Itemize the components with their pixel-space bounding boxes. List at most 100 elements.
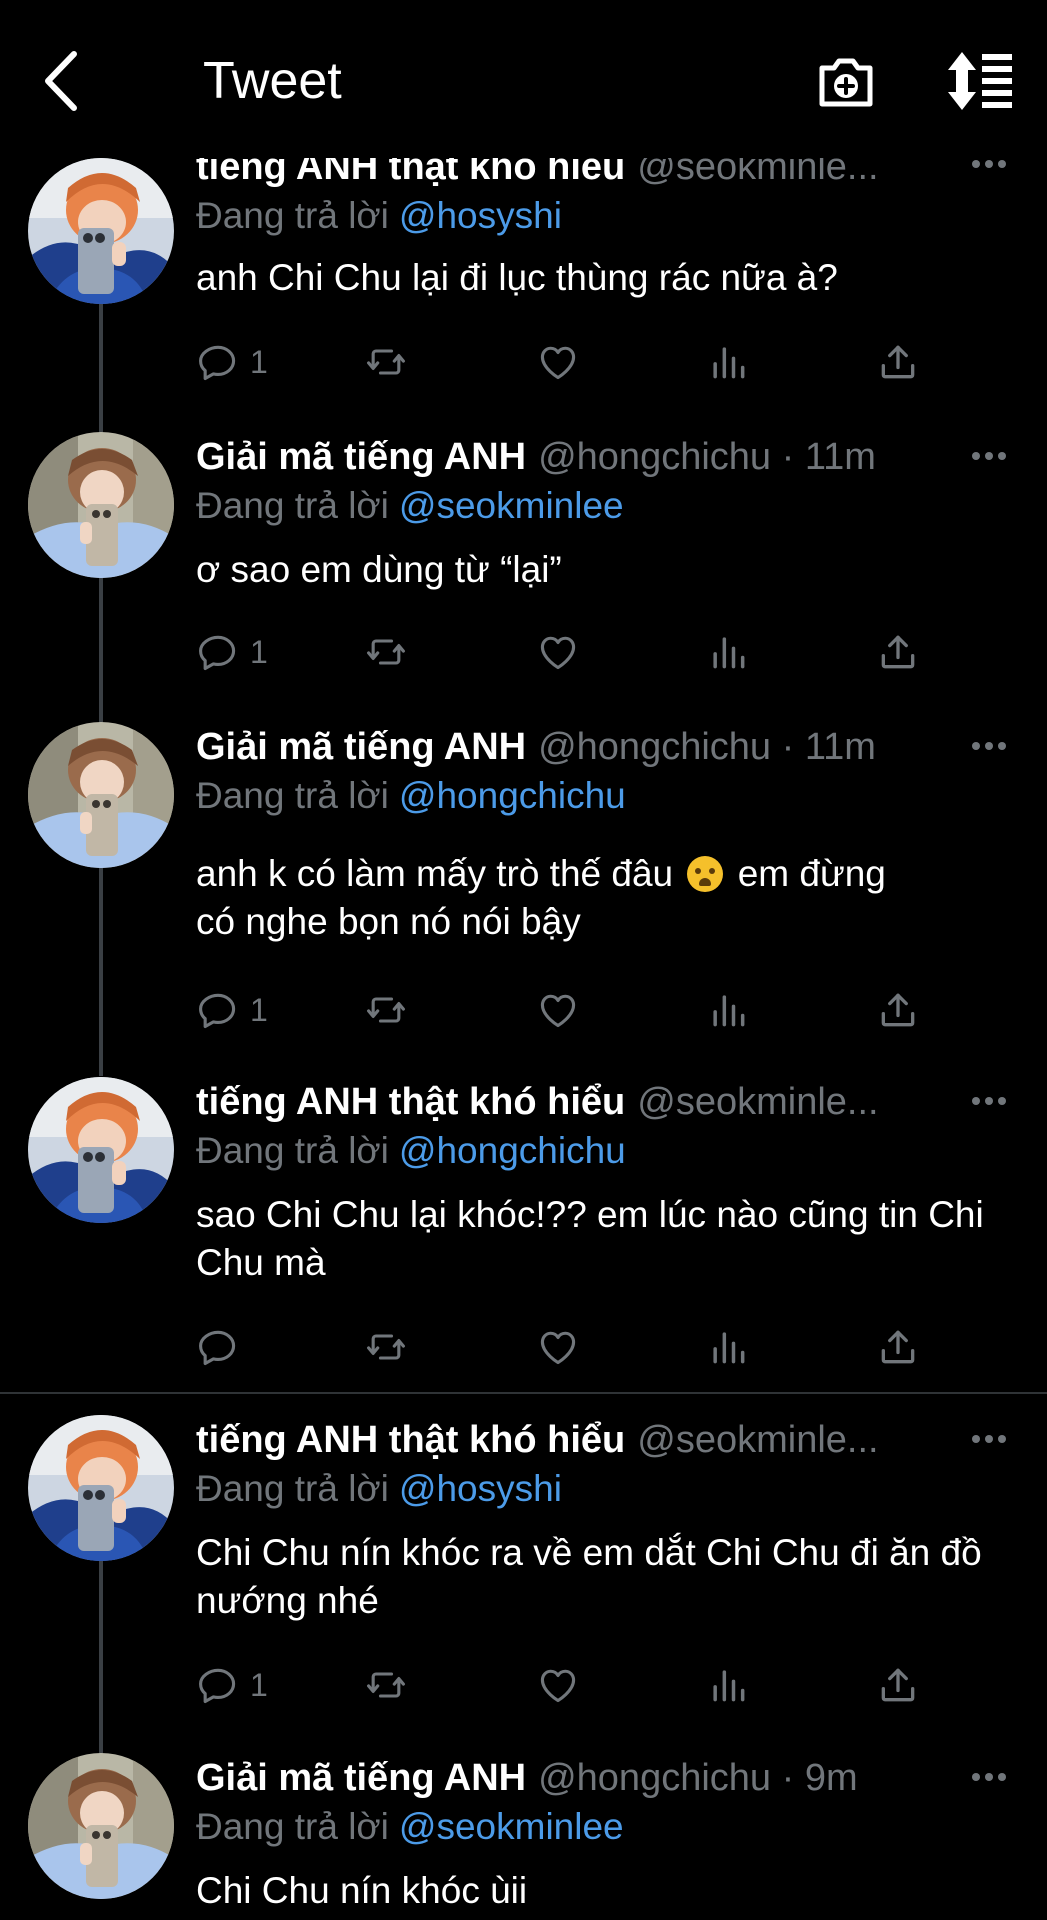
comment-icon	[196, 1663, 240, 1707]
mention-link[interactable]: @seokminlee	[399, 1806, 624, 1847]
chevron-left-icon[interactable]	[38, 48, 86, 114]
username[interactable]: @seokminle...	[637, 1419, 878, 1461]
share-button[interactable]	[876, 622, 920, 682]
share-button[interactable]	[876, 980, 920, 1040]
reply-context: Đang trả lời @seokminlee	[196, 1801, 624, 1853]
more-icon[interactable]	[968, 1081, 1010, 1121]
tweet[interactable]: Giải mã tiếng ANH @hongchichu · 11m Đang …	[0, 430, 1047, 690]
like-button[interactable]	[536, 1655, 580, 1715]
heart-icon	[536, 988, 580, 1032]
views-button[interactable]	[706, 1655, 750, 1715]
retweet-button[interactable]	[364, 332, 408, 392]
analytics-icon	[706, 988, 750, 1032]
tweet[interactable]: Giải mã tiếng ANH @hongchichu · 9m Đang t…	[0, 1751, 1047, 1920]
share-button[interactable]	[876, 1655, 920, 1715]
reply-button[interactable]: 1	[196, 1655, 268, 1715]
display-name[interactable]: tiếng ANH thật khó hiểu	[196, 1419, 625, 1461]
retweet-button[interactable]	[364, 980, 408, 1040]
analytics-icon	[706, 1663, 750, 1707]
more-icon[interactable]	[968, 1757, 1010, 1797]
reply-label: Đang trả lời	[196, 1468, 389, 1509]
tweet[interactable]: tiếng ANH thật khó hiểu @seokminle... Đan…	[0, 1075, 1047, 1375]
tweet-actions: 1	[196, 980, 926, 1040]
share-button[interactable]	[876, 332, 920, 392]
reply-context: Đang trả lời @hongchichu	[196, 770, 626, 822]
avatar[interactable]	[28, 722, 174, 868]
username[interactable]: @seokminle...	[637, 1081, 878, 1123]
display-name[interactable]: Giải mã tiếng ANH	[196, 436, 526, 478]
reply-button[interactable]: 1	[196, 980, 268, 1040]
retweet-button[interactable]	[364, 1317, 408, 1377]
views-button[interactable]	[706, 332, 750, 392]
username[interactable]: @hongchichu · 11m	[538, 436, 876, 478]
mention-link[interactable]: @hosyshi	[399, 195, 562, 236]
tweet-text: sao Chi Chu lại khóc!?? em lúc nào cũng …	[196, 1194, 984, 1283]
mention-link[interactable]: @hongchichu	[399, 1130, 626, 1171]
views-button[interactable]	[706, 980, 750, 1040]
more-icon[interactable]	[968, 726, 1010, 766]
tweet-text: anh k có làm mấy trò thế đâu em đừng có …	[196, 850, 1016, 946]
retweet-icon	[364, 988, 408, 1032]
reply-button[interactable]	[196, 1317, 240, 1377]
like-button[interactable]	[536, 1317, 580, 1377]
mention-link[interactable]: @hosyshi	[399, 1468, 562, 1509]
tweet-header: Giải mã tiếng ANH @hongchichu · 11m	[196, 720, 966, 774]
mention-link[interactable]: @seokminlee	[399, 485, 624, 526]
tweet-text-line: có nghe bọn nó nói bậy	[196, 901, 581, 942]
like-button[interactable]	[536, 332, 580, 392]
views-button[interactable]	[706, 622, 750, 682]
avatar[interactable]	[28, 158, 174, 304]
reply-context: Đang trả lời @hongchichu	[196, 1125, 626, 1177]
sort-icon[interactable]	[944, 50, 1016, 112]
retweet-button[interactable]	[364, 622, 408, 682]
tweet-actions: 1	[196, 622, 926, 682]
heart-icon	[536, 630, 580, 674]
like-button[interactable]	[536, 622, 580, 682]
tweet-header: tiếng ANH thật khó hiểu @seokminle...	[196, 1413, 966, 1467]
retweet-icon	[364, 340, 408, 384]
retweet-button[interactable]	[364, 1655, 408, 1715]
share-icon	[876, 630, 920, 674]
camera-plus-icon[interactable]	[816, 50, 876, 112]
share-button[interactable]	[876, 1317, 920, 1377]
comment-icon	[196, 1325, 240, 1369]
tweet[interactable]: tiếng ANH thật khó hiểu @seokminle... Đan…	[0, 146, 1047, 392]
more-icon[interactable]	[968, 436, 1010, 476]
tweet-actions	[196, 1317, 926, 1377]
tweet-text: anh Chi Chu lại đi lục thùng rác nữa à?	[196, 257, 838, 298]
display-name[interactable]: Giải mã tiếng ANH	[196, 1757, 526, 1799]
tweet-text-line: anh k có làm mấy trò thế đâu	[196, 853, 674, 894]
tweet-actions: 1	[196, 1655, 926, 1715]
username[interactable]: @hongchichu · 11m	[538, 726, 876, 768]
analytics-icon	[706, 1325, 750, 1369]
tweet-text-line: em đừng	[727, 853, 886, 894]
heart-icon	[536, 340, 580, 384]
like-button[interactable]	[536, 980, 580, 1040]
reply-label: Đang trả lời	[196, 485, 389, 526]
tweet[interactable]: tiếng ANH thật khó hiểu @seokminle... Đan…	[0, 1413, 1047, 1713]
reply-context: Đang trả lời @seokminlee	[196, 480, 624, 532]
retweet-icon	[364, 1663, 408, 1707]
analytics-icon	[706, 340, 750, 384]
heart-icon	[536, 1663, 580, 1707]
views-button[interactable]	[706, 1317, 750, 1377]
comment-icon	[196, 630, 240, 674]
reply-button[interactable]: 1	[196, 332, 268, 392]
tweet-header: Giải mã tiếng ANH @hongchichu · 9m	[196, 1751, 966, 1805]
avatar[interactable]	[28, 1077, 174, 1223]
mention-link[interactable]: @hongchichu	[399, 775, 626, 816]
display-name[interactable]: tiếng ANH thật khó hiểu	[196, 1081, 625, 1123]
username[interactable]: @hongchichu · 9m	[538, 1757, 858, 1799]
tweet-text: Chi Chu nín khóc ra về em dắt Chi Chu đi…	[196, 1532, 982, 1621]
tweet-header: Giải mã tiếng ANH @hongchichu · 11m	[196, 430, 966, 484]
avatar[interactable]	[28, 1753, 174, 1899]
more-icon[interactable]	[968, 1419, 1010, 1459]
avatar[interactable]	[28, 1415, 174, 1561]
avatar[interactable]	[28, 432, 174, 578]
heart-icon	[536, 1325, 580, 1369]
tweet[interactable]: Giải mã tiếng ANH @hongchichu · 11m Đang …	[0, 720, 1047, 1050]
tweet-header: tiếng ANH thật khó hiểu @seokminle...	[196, 1075, 966, 1129]
reply-button[interactable]: 1	[196, 622, 268, 682]
share-icon	[876, 1663, 920, 1707]
display-name[interactable]: Giải mã tiếng ANH	[196, 726, 526, 768]
